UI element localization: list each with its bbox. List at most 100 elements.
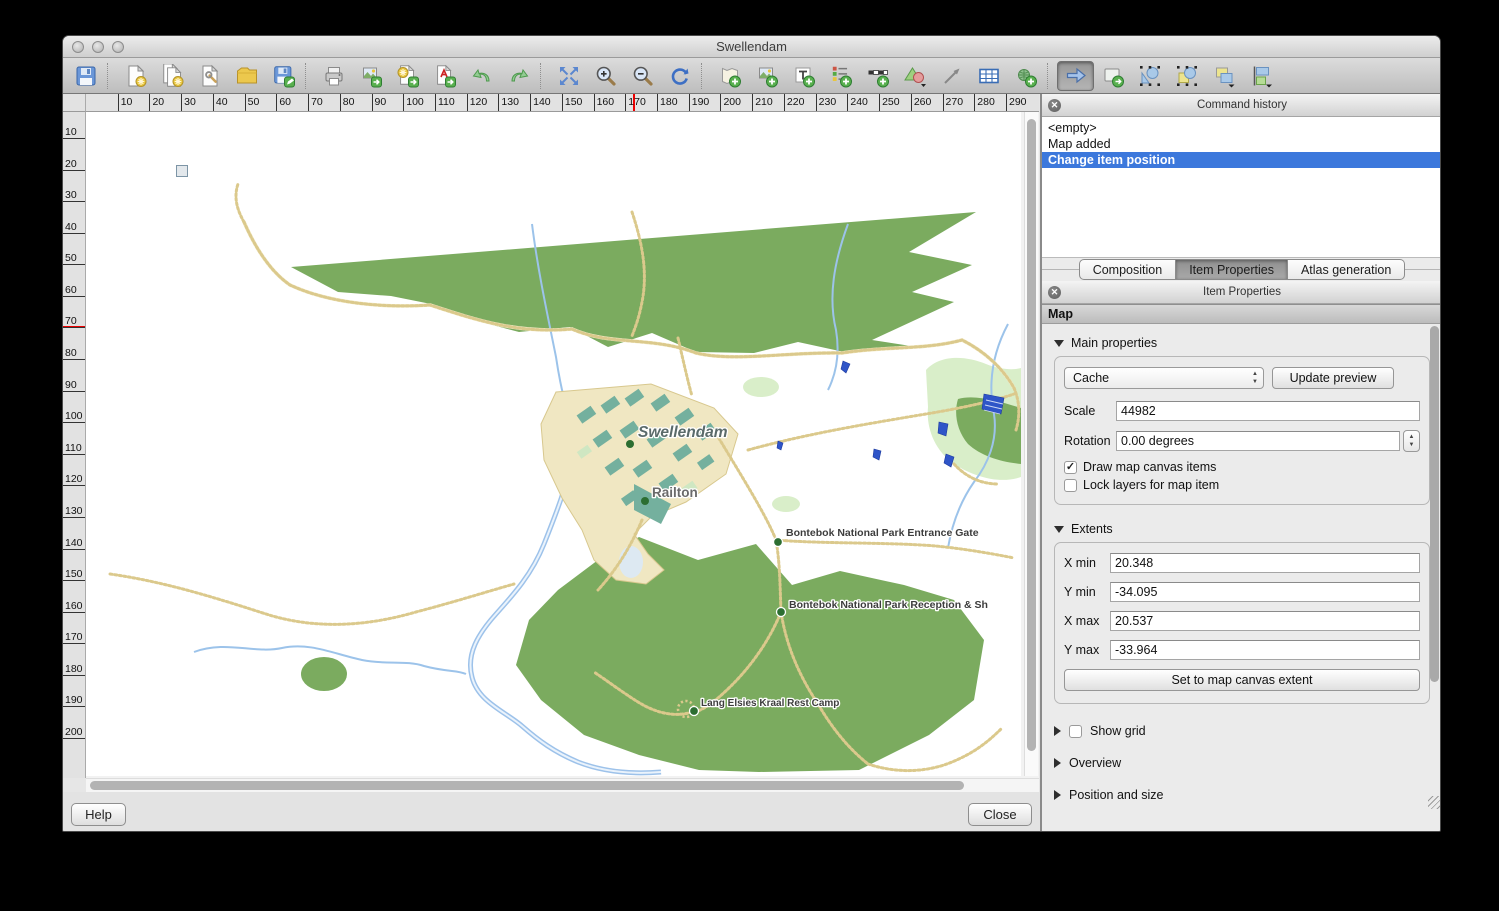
ruler-tick-label: 110 bbox=[65, 442, 82, 454]
rotation-spinner[interactable]: ▲▼ bbox=[1403, 430, 1420, 452]
ruler-tick-label: 100 bbox=[65, 410, 83, 422]
map-light-green-patch bbox=[772, 496, 800, 512]
collapse-triangle-icon[interactable] bbox=[1054, 526, 1064, 533]
export-pdf-button[interactable] bbox=[426, 61, 463, 91]
ruler-tick bbox=[467, 94, 468, 112]
ruler-tick bbox=[974, 94, 975, 112]
show-grid-checkbox[interactable]: ✓ bbox=[1069, 725, 1082, 738]
duplicate-composition-button[interactable] bbox=[154, 61, 191, 91]
scrollbar-thumb[interactable] bbox=[90, 781, 964, 790]
draw-map-canvas-items-checkbox[interactable]: ✓ bbox=[1064, 461, 1077, 474]
redo-button[interactable] bbox=[500, 61, 537, 91]
add-image-button[interactable] bbox=[748, 61, 785, 91]
scale-input[interactable]: 44982 bbox=[1116, 401, 1420, 421]
raise-items-button[interactable] bbox=[1205, 61, 1242, 91]
section-position-and-size[interactable]: Position and size bbox=[1054, 786, 1430, 804]
print-button[interactable] bbox=[315, 61, 352, 91]
ruler-tick bbox=[63, 643, 86, 644]
help-button[interactable]: Help bbox=[71, 803, 126, 826]
add-label-button[interactable] bbox=[785, 61, 822, 91]
section-main-properties[interactable]: Main properties bbox=[1054, 336, 1430, 350]
ruler-tick-label: 180 bbox=[660, 96, 678, 108]
close-window-icon[interactable] bbox=[72, 41, 84, 53]
map-mode-select[interactable]: Cache ▲▼ bbox=[1064, 367, 1264, 389]
zoom-full-button[interactable] bbox=[550, 61, 587, 91]
composition-map-item[interactable]: Swellendam Railton Bontebok National Par… bbox=[86, 112, 1021, 776]
undo-button[interactable] bbox=[463, 61, 500, 91]
section-show-grid[interactable]: ✓ Show grid bbox=[1054, 722, 1430, 740]
lock-layers-checkbox[interactable]: ✓ bbox=[1064, 479, 1077, 492]
ruler-tick bbox=[816, 94, 817, 112]
scrollbar-thumb[interactable] bbox=[1027, 119, 1036, 751]
minimize-window-icon[interactable] bbox=[92, 41, 104, 53]
save-project-button[interactable] bbox=[67, 61, 104, 91]
xmin-input[interactable]: 20.348 bbox=[1110, 553, 1420, 573]
history-item[interactable]: Change item position bbox=[1042, 152, 1441, 168]
ruler-tick bbox=[149, 94, 150, 112]
canvas-vertical-scrollbar[interactable] bbox=[1024, 112, 1038, 776]
xmax-input[interactable]: 20.537 bbox=[1110, 611, 1420, 631]
tab-composition[interactable]: Composition bbox=[1079, 259, 1176, 280]
composition-manager-button[interactable] bbox=[191, 61, 228, 91]
zoom-out-button[interactable] bbox=[624, 61, 661, 91]
add-scalebar-button[interactable] bbox=[859, 61, 896, 91]
tab-item-properties[interactable]: Item Properties bbox=[1176, 259, 1288, 280]
resize-grip[interactable] bbox=[1428, 796, 1441, 809]
ungroup-items-button[interactable] bbox=[1168, 61, 1205, 91]
ruler-tick-label: 10 bbox=[65, 126, 77, 138]
rotation-input[interactable]: 0.00 degrees bbox=[1116, 431, 1400, 451]
composition-canvas[interactable]: Swellendam Railton Bontebok National Par… bbox=[86, 112, 1039, 778]
close-panel-icon[interactable]: ✕ bbox=[1048, 286, 1061, 299]
history-item[interactable]: <empty> bbox=[1042, 120, 1441, 136]
add-arrow-button[interactable] bbox=[933, 61, 970, 91]
checkbox-label: Lock layers for map item bbox=[1083, 478, 1219, 492]
collapse-triangle-icon[interactable] bbox=[1054, 790, 1061, 800]
set-to-map-canvas-extent-button[interactable]: Set to map canvas extent bbox=[1064, 669, 1420, 691]
add-shape-button[interactable] bbox=[896, 61, 933, 91]
canvas-horizontal-scrollbar[interactable] bbox=[86, 778, 1039, 792]
panel-scrollbar-thumb[interactable] bbox=[1430, 326, 1439, 682]
zoom-in-button[interactable] bbox=[587, 61, 624, 91]
command-history-list[interactable]: <empty> Map added Change item position bbox=[1042, 117, 1441, 258]
export-svg-button[interactable] bbox=[389, 61, 426, 91]
new-composition-button[interactable] bbox=[117, 61, 154, 91]
move-item-content-button[interactable] bbox=[1094, 61, 1131, 91]
refresh-view-button[interactable] bbox=[661, 61, 698, 91]
horizontal-ruler: 1020304050607080901001101201301401501601… bbox=[86, 94, 1039, 112]
select-move-item-button[interactable] bbox=[1057, 61, 1094, 91]
add-html-frame-button[interactable] bbox=[1007, 61, 1044, 91]
add-legend-button[interactable] bbox=[822, 61, 859, 91]
ruler-tick-label: 170 bbox=[65, 631, 83, 643]
group-items-button[interactable] bbox=[1131, 61, 1168, 91]
add-map-button[interactable] bbox=[711, 61, 748, 91]
small-composer-item[interactable] bbox=[176, 165, 188, 177]
close-button[interactable]: Close bbox=[968, 803, 1032, 826]
dialog-footer: Help Close bbox=[63, 792, 1040, 832]
ymin-label: Y min bbox=[1064, 585, 1110, 599]
composition-page[interactable]: Swellendam Railton Bontebok National Par… bbox=[86, 112, 1021, 776]
ymax-input[interactable]: -33.964 bbox=[1110, 640, 1420, 660]
panel-tabs: Composition Item Properties Atlas genera… bbox=[1042, 258, 1441, 281]
zoom-window-icon[interactable] bbox=[112, 41, 124, 53]
align-items-button[interactable] bbox=[1242, 61, 1279, 91]
update-preview-button[interactable]: Update preview bbox=[1272, 367, 1394, 389]
ruler-tick bbox=[911, 94, 912, 112]
collapse-triangle-icon[interactable] bbox=[1054, 726, 1061, 736]
collapse-triangle-icon[interactable] bbox=[1054, 340, 1064, 347]
ruler-tick-label: 130 bbox=[65, 505, 83, 517]
ymin-input[interactable]: -34.095 bbox=[1110, 582, 1420, 602]
add-attribute-table-button[interactable] bbox=[970, 61, 1007, 91]
section-overview[interactable]: Overview bbox=[1054, 754, 1430, 772]
close-panel-icon[interactable]: ✕ bbox=[1048, 99, 1061, 112]
history-item[interactable]: Map added bbox=[1042, 136, 1441, 152]
collapse-triangle-icon[interactable] bbox=[1054, 758, 1061, 768]
load-from-template-button[interactable] bbox=[228, 61, 265, 91]
ruler-tick-label: 90 bbox=[375, 96, 387, 108]
tab-atlas-generation[interactable]: Atlas generation bbox=[1288, 259, 1405, 280]
save-as-template-button[interactable] bbox=[265, 61, 302, 91]
section-extents[interactable]: Extents bbox=[1054, 522, 1430, 536]
toolbar-separator bbox=[540, 63, 547, 89]
ruler-tick-label: 30 bbox=[184, 96, 196, 108]
ruler-tick-label: 210 bbox=[755, 96, 773, 108]
export-image-button[interactable] bbox=[352, 61, 389, 91]
